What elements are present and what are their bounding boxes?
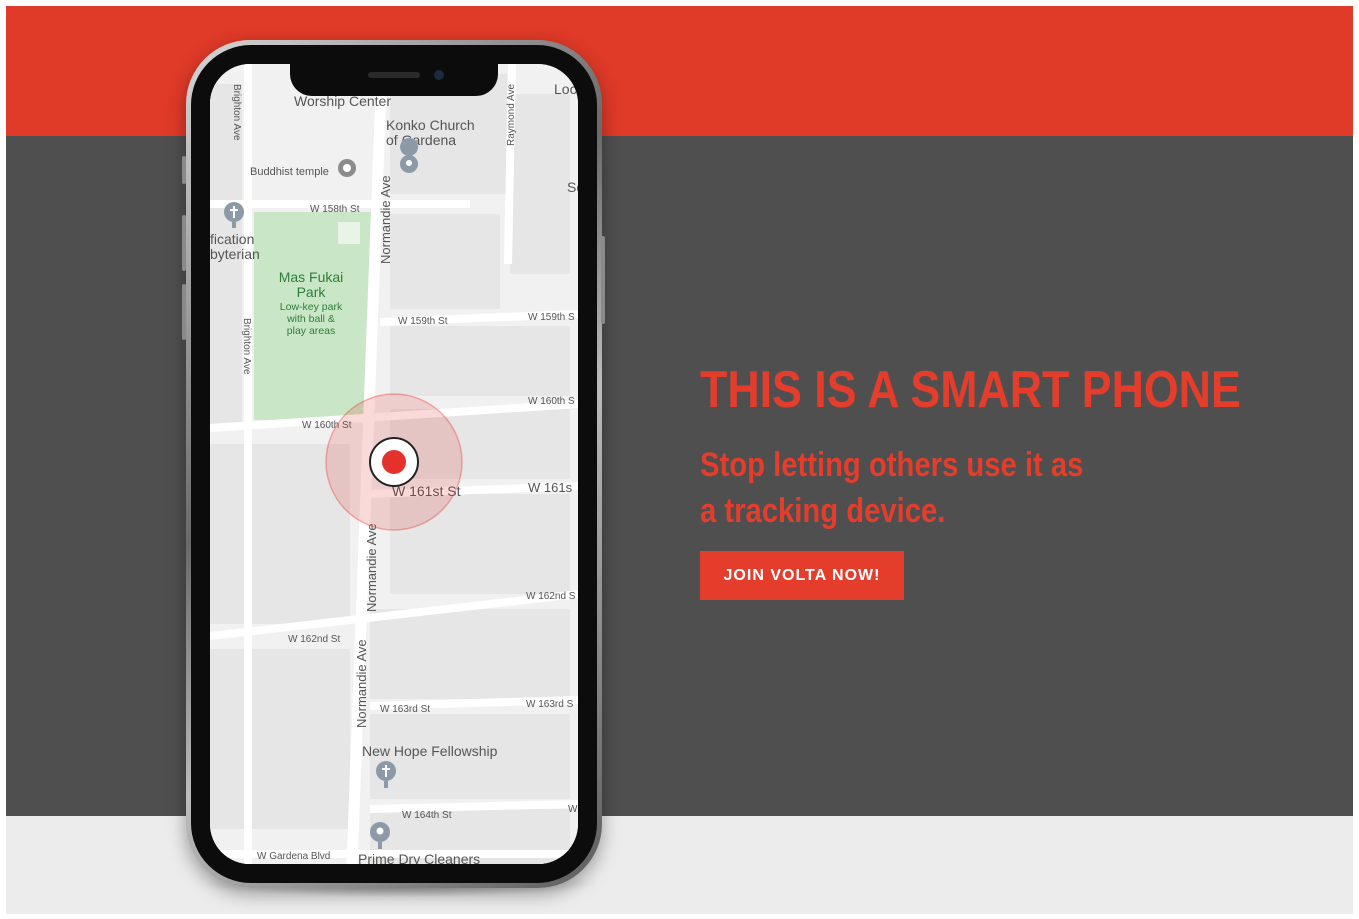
street-normandie-3: Normandie Ave [354,639,369,728]
label-konko-church: Konko Church [386,117,475,133]
street-brighton-1: Brighton Ave [231,84,242,141]
street-w161-right: W 161s [528,480,573,495]
street-w162: W 162nd St [288,634,340,645]
park-court [338,222,360,244]
label-park-desc-1: Low-key park [280,301,343,313]
label-konko-church-2: of Gardena [386,132,456,148]
street-normandie-1: Normandie Ave [378,175,393,264]
label-prime-dry: Prime Dry Cleaners [358,851,480,864]
phone-camera [434,70,444,80]
street-gardena: W Gardena Blvd [257,851,330,862]
street-w164: W 164th St [402,810,452,821]
street-w163: W 163rd St [380,704,430,715]
hero-text-block: THIS IS A SMART PHONE Stop letting other… [700,360,1320,534]
phone-volume-down [182,284,186,340]
phone-screen-map[interactable]: Worship Center Konko Church of Gardena B… [210,64,578,864]
street-w164-right: W [568,804,578,815]
street-w159-right: W 159th S [528,312,575,323]
phone-speaker [368,72,420,78]
hero-subtitle: Stop letting others use it as a tracking… [700,446,1084,530]
street-normandie-2: Normandie Ave [364,523,379,612]
street-raymond: Raymond Ave [506,83,517,146]
phone-notch [290,60,498,96]
street-w163-right: W 163rd S [526,699,574,710]
label-fication: fication [210,231,254,247]
street-w160-right: W 160th S [528,396,575,407]
join-volta-button[interactable]: JOIN VOLTA NOW! [700,551,904,600]
label-park-desc-2: with ball & [286,313,335,325]
street-brighton-2: Brighton Ave [241,318,252,375]
label-byterian: byterian [210,246,260,262]
label-park-desc-3: play areas [287,325,335,337]
label-s-edge: Sc [567,179,578,195]
phone-volume-up [182,215,186,271]
street-w162-right: W 162nd S [526,591,576,602]
label-new-hope: New Hope Fellowship [362,743,498,759]
label-buddhist-temple: Buddhist temple [250,166,329,178]
page: Worship Center Konko Church of Gardena B… [0,0,1359,919]
street-w158: W 158th St [310,204,360,215]
map-view[interactable]: Worship Center Konko Church of Gardena B… [210,64,578,864]
label-park-name-2: Park [297,284,327,300]
street-w159: W 159th St [398,316,448,327]
location-dot-icon[interactable] [382,450,406,474]
hero-title: THIS IS A SMART PHONE [700,361,1241,419]
temple-pin-icon[interactable] [338,159,356,177]
phone-power-button [601,236,605,324]
phone-mute-switch [182,156,186,184]
label-park-name: Mas Fukai [279,269,344,285]
label-loc-edge: Loc [554,81,577,97]
